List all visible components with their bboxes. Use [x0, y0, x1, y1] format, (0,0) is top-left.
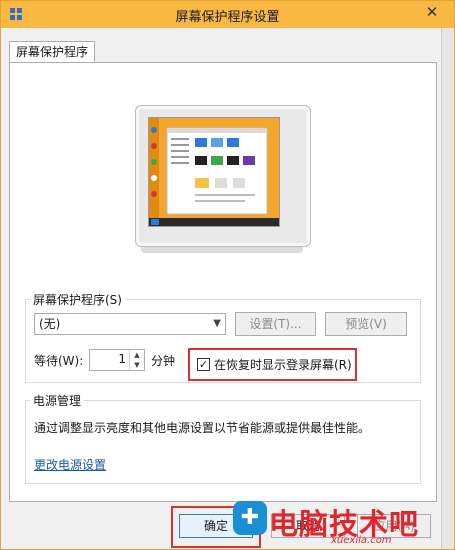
desktop-thumbnail: [149, 118, 279, 226]
close-icon[interactable]: ✕: [418, 1, 446, 23]
power-description: 通过调整显示亮度和其他电源设置以节省能源或提供最佳性能。: [34, 421, 371, 435]
watermark-url: xuexila.com: [331, 535, 392, 546]
chevron-down-icon: ▼: [213, 318, 221, 329]
stepper-buttons: ▲ ▼: [129, 350, 144, 370]
arrow-down-icon[interactable]: ▼: [130, 360, 144, 370]
preview-screen: [148, 117, 280, 227]
wait-minutes-value: 1: [118, 352, 126, 366]
title-bar[interactable]: 屏幕保护程序设置 ✕: [1, 1, 454, 28]
arrow-up-icon[interactable]: ▲: [130, 350, 144, 360]
monitor-stand: [141, 247, 303, 253]
screensaver-select[interactable]: (无) ▼: [34, 313, 226, 335]
monitor-preview: [135, 105, 311, 247]
preview-button[interactable]: 预览(V): [325, 312, 407, 336]
screensaver-group-label: 屏幕保护程序(S): [30, 291, 125, 308]
background-window-edge: [441, 28, 454, 549]
resume-login-checkbox[interactable]: ✓: [197, 358, 210, 371]
watermark-logo-icon: ✚: [233, 501, 267, 535]
minutes-label: 分钟: [151, 354, 176, 368]
wait-label: 等待(W):: [34, 354, 84, 368]
change-power-settings-link[interactable]: 更改电源设置: [34, 456, 106, 473]
settings-button[interactable]: 设置(T)...: [235, 312, 316, 336]
screensaver-settings-dialog: 屏幕保护程序设置 ✕ 屏幕保护程序 屏幕保护程序(S) (无) ▼ 设置(T).…: [0, 0, 455, 550]
power-group-label: 电源管理: [30, 392, 85, 409]
window-title: 屏幕保护程序设置: [175, 10, 280, 25]
wait-minutes-stepper[interactable]: 1 ▲ ▼: [89, 349, 145, 371]
resume-login-label[interactable]: 在恢复时显示登录屏幕(R): [214, 356, 352, 373]
screensaver-select-value: (无): [39, 317, 61, 331]
tab-screensaver[interactable]: 屏幕保护程序: [9, 41, 95, 63]
